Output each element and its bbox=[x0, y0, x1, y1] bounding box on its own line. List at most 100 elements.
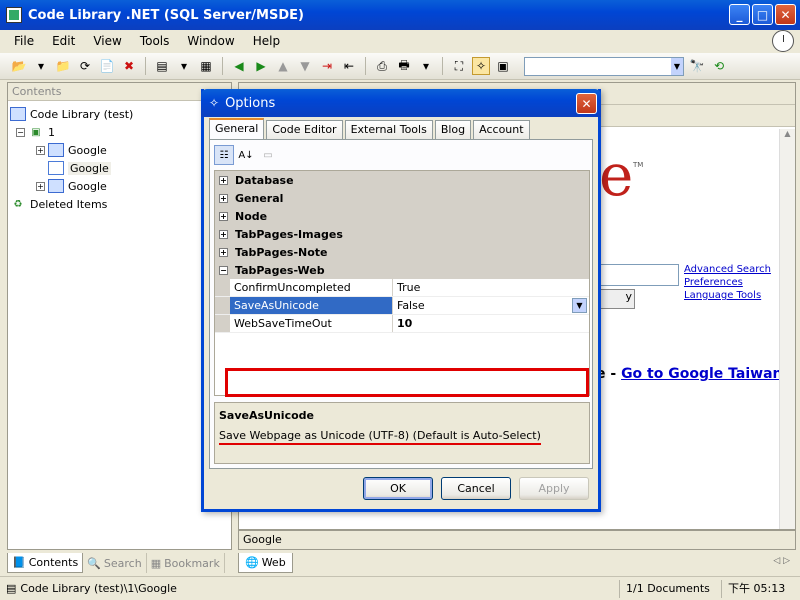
export-icon[interactable]: ⎙ bbox=[373, 57, 391, 75]
grid-icon[interactable]: ▦ bbox=[197, 57, 215, 75]
scroll-up-icon[interactable]: ▲ bbox=[780, 129, 795, 145]
category-database-label: Database bbox=[235, 173, 294, 187]
expand-icon[interactable]: + bbox=[219, 211, 228, 221]
tab-scroll-arrows[interactable]: ◁ ▷ bbox=[773, 556, 790, 566]
back-icon[interactable]: ◀ bbox=[230, 57, 248, 75]
expand-icon[interactable]: + bbox=[219, 247, 228, 257]
find-replace-icon[interactable]: ▣ bbox=[494, 57, 512, 75]
dialog-close-button[interactable]: ✕ bbox=[576, 93, 597, 114]
tab-blog[interactable]: Blog bbox=[434, 120, 472, 139]
fullscreen-icon[interactable]: ⛶ bbox=[450, 57, 468, 75]
clock-icon[interactable] bbox=[772, 30, 794, 52]
category-node[interactable]: + Node bbox=[215, 207, 589, 225]
menu-tools[interactable]: Tools bbox=[140, 34, 170, 48]
menu-edit[interactable]: Edit bbox=[52, 34, 75, 48]
dropdown-arrow-icon[interactable]: ▾ bbox=[32, 57, 50, 75]
category-database[interactable]: + Database bbox=[215, 171, 589, 189]
expand-icon[interactable]: + bbox=[219, 229, 228, 239]
open-folder-icon[interactable]: 📂 bbox=[10, 57, 28, 75]
up-icon[interactable]: ▲ bbox=[274, 57, 292, 75]
tab-account[interactable]: Account bbox=[473, 120, 530, 139]
save-as-unicode-select[interactable]: False ▼ bbox=[393, 297, 589, 314]
wand-icon: ✧ bbox=[209, 96, 220, 110]
category-tabpages-images[interactable]: + TabPages-Images bbox=[215, 225, 589, 243]
options-dialog-title: Options bbox=[225, 95, 276, 111]
menu-file[interactable]: File bbox=[14, 34, 34, 48]
category-tabpages-note[interactable]: + TabPages-Note bbox=[215, 243, 589, 261]
tab-web[interactable]: 🌐 Web bbox=[238, 553, 293, 573]
options-dialog-title-bar[interactable]: ✧ Options ✕ bbox=[201, 89, 601, 117]
preferences-link[interactable]: Preferences bbox=[684, 276, 771, 289]
property-value[interactable]: True bbox=[393, 279, 589, 296]
print-icon[interactable]: 🖶 bbox=[395, 57, 413, 75]
apply-button[interactable]: Apply bbox=[519, 477, 589, 500]
expand-icon[interactable]: + bbox=[219, 193, 228, 203]
minimize-button[interactable]: _ bbox=[729, 4, 750, 25]
main-title-bar[interactable]: Code Library .NET (SQL Server/MSDE) _ □ … bbox=[0, 0, 800, 30]
expand-icon[interactable]: + bbox=[219, 175, 228, 185]
ok-button[interactable]: OK bbox=[363, 477, 433, 500]
web-icon: 🌐 bbox=[245, 556, 259, 569]
tab-search-label: Search bbox=[103, 556, 142, 570]
cancel-button[interactable]: Cancel bbox=[441, 477, 511, 500]
category-tabpages-web[interactable]: − TabPages-Web bbox=[215, 261, 589, 279]
web-view-scrollbar[interactable]: ▲ bbox=[779, 129, 795, 529]
tree-node-1[interactable]: − ▣ 1 bbox=[10, 123, 229, 141]
collapse-icon[interactable]: − bbox=[16, 127, 25, 137]
google-search-input[interactable] bbox=[599, 264, 679, 286]
property-value[interactable]: 10 bbox=[393, 315, 589, 332]
description-title: SaveAsUnicode bbox=[219, 409, 314, 422]
tab-code-editor[interactable]: Code Editor bbox=[266, 120, 343, 139]
google-search-button[interactable]: y bbox=[599, 289, 635, 309]
binoculars-icon[interactable]: 🔭 bbox=[688, 57, 706, 75]
forward-icon[interactable]: ▶ bbox=[252, 57, 270, 75]
language-tools-link[interactable]: Language Tools bbox=[684, 289, 771, 302]
library-icon bbox=[10, 107, 26, 121]
tree-node-root[interactable]: Code Library (test) bbox=[10, 105, 229, 123]
chevron-down-icon[interactable]: ▼ bbox=[671, 57, 683, 75]
tab-search[interactable]: 🔍 Search bbox=[83, 553, 147, 573]
property-row-web-save-timeout[interactable]: WebSaveTimeOut 10 bbox=[215, 315, 589, 333]
tab-external-tools[interactable]: External Tools bbox=[344, 120, 433, 139]
dropdown-arrow-icon[interactable]: ▾ bbox=[175, 57, 193, 75]
tab-general[interactable]: General bbox=[209, 118, 265, 139]
new-item-icon[interactable]: ▤ bbox=[153, 57, 171, 75]
folder-icon[interactable]: 📁 bbox=[54, 57, 72, 75]
delete-icon[interactable]: ✖ bbox=[120, 57, 138, 75]
options-wand-icon[interactable]: ✧ bbox=[472, 57, 490, 75]
maximize-button[interactable]: □ bbox=[752, 4, 773, 25]
menu-window[interactable]: Window bbox=[187, 34, 234, 48]
indent-icon[interactable]: ⇤ bbox=[340, 57, 358, 75]
go-to-google-taiwan-link[interactable]: Go to Google Taiwan bbox=[621, 366, 782, 382]
tree-node-google-b-label: Google bbox=[68, 161, 111, 175]
tree-node-google-c[interactable]: + Google bbox=[10, 177, 229, 195]
go-icon[interactable]: ⟲ bbox=[710, 57, 728, 75]
menu-view[interactable]: View bbox=[93, 34, 121, 48]
toolbar-separator bbox=[365, 57, 366, 75]
chevron-down-icon[interactable]: ▼ bbox=[572, 298, 587, 313]
down-icon[interactable]: ▼ bbox=[296, 57, 314, 75]
alphabetical-sort-icon[interactable]: A↓ bbox=[236, 145, 256, 165]
collapse-icon[interactable]: − bbox=[219, 265, 228, 275]
dropdown-arrow-icon[interactable]: ▾ bbox=[417, 57, 435, 75]
tab-bookmark[interactable]: ▦ Bookmark bbox=[147, 553, 225, 573]
tree-node-google-a[interactable]: + Google bbox=[10, 141, 229, 159]
property-row-confirm-uncompleted[interactable]: ConfirmUncompleted True bbox=[215, 279, 589, 297]
property-pages-icon[interactable]: ▭ bbox=[258, 145, 278, 165]
move-icon[interactable]: ⇥ bbox=[318, 57, 336, 75]
property-row-save-as-unicode[interactable]: SaveAsUnicode False ▼ bbox=[215, 297, 589, 315]
tree-node-deleted[interactable]: ♻ Deleted Items bbox=[10, 195, 229, 213]
search-combo[interactable]: ▼ bbox=[524, 56, 684, 76]
expand-icon[interactable]: + bbox=[36, 181, 45, 191]
advanced-search-link[interactable]: Advanced Search bbox=[684, 263, 771, 276]
menu-help[interactable]: Help bbox=[253, 34, 280, 48]
expand-icon[interactable]: + bbox=[36, 145, 45, 155]
tab-contents[interactable]: 📘 Contents bbox=[7, 553, 84, 573]
category-tabpages-note-label: TabPages-Note bbox=[235, 245, 328, 259]
categorized-view-icon[interactable]: ☷ bbox=[214, 145, 234, 165]
close-button[interactable]: ✕ bbox=[775, 4, 796, 25]
tree-node-google-b[interactable]: Google bbox=[10, 159, 229, 177]
page-icon[interactable]: 📄 bbox=[98, 57, 116, 75]
refresh-icon[interactable]: ⟳ bbox=[76, 57, 94, 75]
category-general[interactable]: + General bbox=[215, 189, 589, 207]
